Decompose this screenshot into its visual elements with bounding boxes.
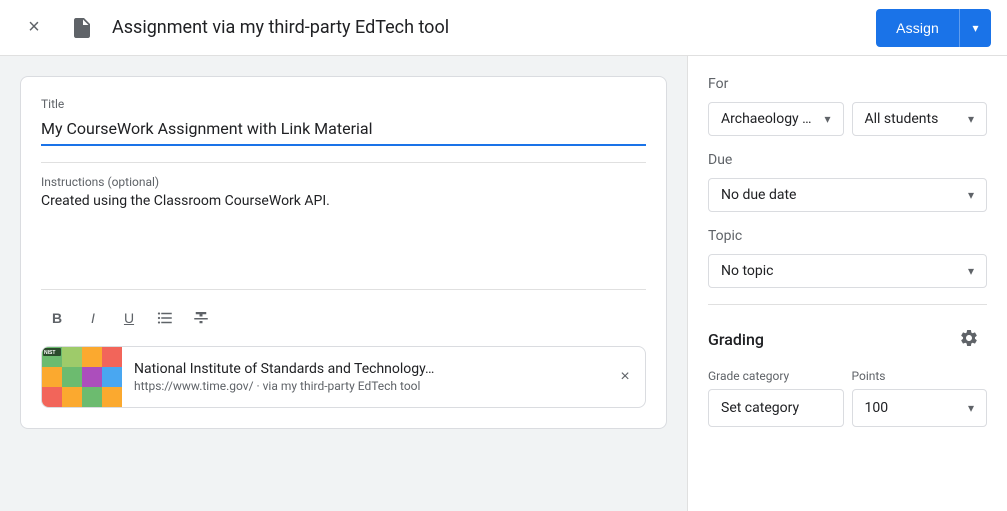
formatting-toolbar: B I U bbox=[41, 302, 646, 334]
topic-label: Topic bbox=[708, 228, 987, 244]
left-panel: Title Instructions (optional) Created us… bbox=[0, 56, 687, 511]
bold-button[interactable]: B bbox=[41, 302, 73, 334]
due-chevron: ▾ bbox=[968, 188, 974, 202]
page-title: Assignment via my third-party EdTech too… bbox=[112, 17, 864, 38]
main-content: Title Instructions (optional) Created us… bbox=[0, 56, 1007, 511]
set-category-button[interactable]: Set category bbox=[708, 389, 844, 427]
topic-chevron: ▾ bbox=[968, 264, 974, 278]
attachment-remove-button[interactable]: × bbox=[605, 347, 645, 407]
grade-category-col: Grade category Set category bbox=[708, 369, 844, 427]
due-date-value: No due date bbox=[721, 187, 796, 203]
italic-button[interactable]: I bbox=[77, 302, 109, 334]
strikethrough-button[interactable] bbox=[185, 302, 217, 334]
attachment-url: https://www.time.gov/ · via my third-par… bbox=[134, 379, 593, 393]
instructions-field-group: Instructions (optional) Created using th… bbox=[41, 175, 646, 273]
instructions-input[interactable]: Created using the Classroom CourseWork A… bbox=[41, 193, 646, 273]
assign-btn-group: Assign ▾ bbox=[876, 9, 991, 47]
close-button[interactable]: × bbox=[16, 10, 52, 46]
toolbar-divider bbox=[41, 289, 646, 290]
assignment-card: Title Instructions (optional) Created us… bbox=[20, 76, 667, 429]
map-visual: NIST bbox=[42, 347, 122, 407]
title-field-group: Title bbox=[41, 97, 646, 146]
points-label: Points bbox=[852, 369, 988, 383]
points-chevron: ▾ bbox=[968, 401, 974, 415]
svg-text:NIST: NIST bbox=[44, 350, 55, 356]
class-chevron: ▾ bbox=[824, 112, 830, 126]
students-chevron: ▾ bbox=[968, 112, 974, 126]
title-input[interactable] bbox=[41, 115, 646, 146]
grading-row: Grade category Set category Points 100 ▾ bbox=[708, 369, 987, 427]
attachment-card: NIST National Institute of Standards and… bbox=[41, 346, 646, 408]
grading-title: Grading bbox=[708, 330, 764, 349]
for-label: For bbox=[708, 76, 987, 92]
students-value: All students bbox=[865, 111, 939, 127]
grade-category-label: Grade category bbox=[708, 369, 844, 383]
close-icon: × bbox=[28, 16, 40, 39]
students-select[interactable]: All students ▾ bbox=[852, 102, 988, 136]
attachment-title: National Institute of Standards and Tech… bbox=[134, 361, 593, 377]
remove-icon: × bbox=[620, 368, 629, 386]
points-value: 100 bbox=[865, 400, 889, 416]
attachment-info: National Institute of Standards and Tech… bbox=[122, 353, 605, 401]
top-bar: × Assignment via my third-party EdTech t… bbox=[0, 0, 1007, 56]
assign-button[interactable]: Assign bbox=[876, 9, 959, 47]
topic-value: No topic bbox=[721, 263, 773, 279]
instructions-label: Instructions (optional) bbox=[41, 175, 646, 189]
attachment-thumbnail: NIST bbox=[42, 347, 122, 407]
class-value: Archaeology … bbox=[721, 111, 812, 127]
due-label: Due bbox=[708, 152, 987, 168]
gear-icon bbox=[959, 328, 979, 351]
assign-dropdown-icon: ▾ bbox=[972, 21, 978, 35]
grading-divider bbox=[708, 304, 987, 305]
title-label: Title bbox=[41, 97, 646, 111]
assign-dropdown-button[interactable]: ▾ bbox=[959, 9, 991, 47]
topic-select[interactable]: No topic ▾ bbox=[708, 254, 987, 288]
list-button[interactable] bbox=[149, 302, 181, 334]
class-select[interactable]: Archaeology … ▾ bbox=[708, 102, 844, 136]
doc-icon bbox=[64, 10, 100, 46]
underline-button[interactable]: U bbox=[113, 302, 145, 334]
title-divider bbox=[41, 162, 646, 163]
grading-header: Grading bbox=[708, 321, 987, 357]
right-panel: For Archaeology … ▾ All students ▾ Due N… bbox=[687, 56, 1007, 511]
for-row: Archaeology … ▾ All students ▾ bbox=[708, 102, 987, 136]
due-date-select[interactable]: No due date ▾ bbox=[708, 178, 987, 212]
points-select[interactable]: 100 ▾ bbox=[852, 389, 988, 427]
points-col: Points 100 ▾ bbox=[852, 369, 988, 427]
grading-settings-button[interactable] bbox=[951, 321, 987, 357]
